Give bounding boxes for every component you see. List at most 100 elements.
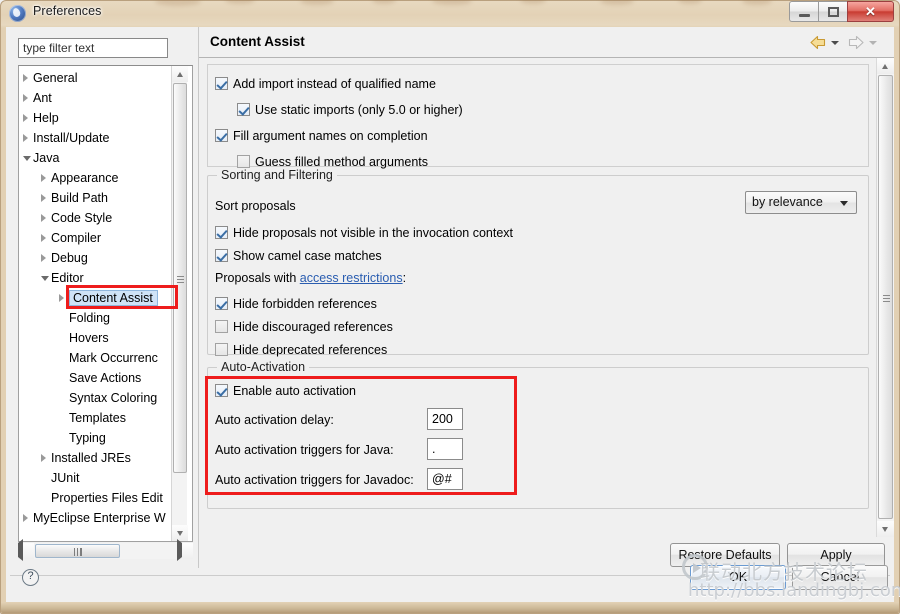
content-scroll-up-button[interactable] (877, 58, 894, 74)
enable-auto-activation-checkbox[interactable] (215, 384, 228, 397)
content-scroll-thumb[interactable] (878, 75, 893, 519)
preference-tree[interactable]: GeneralAntHelpInstall/UpdateJavaAppearan… (18, 65, 193, 542)
enable-auto-activation-row[interactable]: Enable auto activation (215, 383, 356, 399)
tree-item-folding[interactable]: Folding (19, 308, 179, 328)
back-dropdown-caret-icon[interactable] (831, 41, 839, 45)
tree-scroll-left-button[interactable] (18, 543, 34, 559)
tree-item-label: MyEclipse Enterprise W (33, 511, 166, 525)
tree-scroll-up-button[interactable] (172, 66, 188, 82)
option-show-camel-case-matches-checkbox[interactable] (215, 249, 228, 262)
tree-item-hovers[interactable]: Hovers (19, 328, 179, 348)
content-vertical-scrollbar[interactable] (876, 58, 894, 537)
ok-button[interactable]: OK (690, 565, 786, 590)
tree-expand-arrow-closed-icon[interactable] (41, 174, 46, 182)
tree-item-label: Debug (51, 251, 88, 265)
tree-item-install-update[interactable]: Install/Update (19, 128, 179, 148)
option-use-static-imports-only-5-0-or-higher-checkbox[interactable] (237, 103, 250, 116)
back-arrow-icon[interactable] (809, 35, 827, 50)
tree-expand-arrow-closed-icon[interactable] (23, 114, 28, 122)
minimize-button[interactable] (789, 1, 818, 22)
tree-item-syntax-coloring[interactable]: Syntax Coloring (19, 388, 179, 408)
tree-item-properties-files-edit[interactable]: Properties Files Edit (19, 488, 179, 508)
option-show-camel-case-matches-label: Show camel case matches (233, 249, 382, 263)
tree-expand-arrow-open-icon[interactable] (41, 276, 49, 281)
tree-item-help[interactable]: Help (19, 108, 179, 128)
option-hide-proposals-not-visible-in-the-invoca-row[interactable]: Hide proposals not visible in the invoca… (215, 225, 513, 241)
restore-defaults-button[interactable]: Restore Defaults (670, 543, 780, 567)
tree-item-mark-occurrenc[interactable]: Mark Occurrenc (19, 348, 179, 368)
sort-proposals-label: Sort proposals (215, 199, 296, 213)
tree-horizontal-scrollbar[interactable] (18, 543, 193, 559)
tree-expand-arrow-closed-icon[interactable] (41, 194, 46, 202)
option-hide-proposals-not-visible-in-the-invoca-checkbox[interactable] (215, 226, 228, 239)
auto-activation-delay-label: Auto activation delay: (215, 413, 334, 427)
sorting-filtering-title: Sorting and Filtering (217, 168, 337, 182)
option-hide-deprecated-references-checkbox[interactable] (215, 343, 228, 356)
option-hide-deprecated-references-row[interactable]: Hide deprecated references (215, 342, 387, 358)
tree-expand-arrow-closed-icon[interactable] (23, 514, 28, 522)
tree-expand-arrow-closed-icon[interactable] (59, 294, 64, 302)
tree-expand-arrow-closed-icon[interactable] (41, 214, 46, 222)
enable-auto-activation-label: Enable auto activation (233, 384, 356, 398)
tree-expand-arrow-closed-icon[interactable] (41, 234, 46, 242)
option-add-import-instead-of-qualified-name-checkbox[interactable] (215, 77, 228, 90)
title-bar[interactable]: Preferences ✕ (0, 0, 900, 27)
auto-activation-triggers-javadoc-input[interactable] (427, 468, 463, 490)
help-icon[interactable]: ? (22, 569, 39, 586)
tree-scroll-thumb[interactable] (173, 83, 187, 473)
tree-expand-arrow-closed-icon[interactable] (41, 254, 46, 262)
option-fill-argument-names-on-completion-row[interactable]: Fill argument names on completion (215, 128, 428, 144)
tree-scroll-right-button[interactable] (177, 543, 193, 559)
tree-item-general[interactable]: General (19, 68, 179, 88)
option-guess-filled-method-arguments-checkbox[interactable] (237, 155, 250, 168)
tree-item-myeclipse-enterprise-w[interactable]: MyEclipse Enterprise W (19, 508, 179, 528)
access-restrictions-link[interactable]: access restrictions (300, 271, 403, 285)
tree-item-editor[interactable]: Editor (19, 268, 179, 288)
tree-item-java[interactable]: Java (19, 148, 179, 168)
tree-expand-arrow-open-icon[interactable] (23, 156, 31, 161)
option-hide-discouraged-references-row[interactable]: Hide discouraged references (215, 319, 393, 335)
tree-expand-arrow-closed-icon[interactable] (23, 74, 28, 82)
tree-item-templates[interactable]: Templates (19, 408, 179, 428)
apply-button[interactable]: Apply (787, 543, 885, 567)
option-hide-forbidden-references-checkbox[interactable] (215, 297, 228, 310)
tree-item-installed-jres[interactable]: Installed JREs (19, 448, 179, 468)
tree-item-appearance[interactable]: Appearance (19, 168, 179, 188)
option-guess-filled-method-arguments-label: Guess filled method arguments (255, 155, 428, 169)
forward-dropdown-caret-icon (869, 41, 877, 45)
tree-expand-arrow-closed-icon[interactable] (41, 454, 46, 462)
tree-expand-arrow-closed-icon[interactable] (23, 134, 28, 142)
content-scroll-down-button[interactable] (877, 521, 894, 537)
sort-proposals-combo[interactable]: by relevance (745, 191, 857, 214)
auto-activation-delay-input[interactable] (427, 408, 463, 430)
page-button-bar: Restore Defaults Apply (198, 538, 894, 572)
tree-item-compiler[interactable]: Compiler (19, 228, 179, 248)
option-use-static-imports-only-5-0-or-higher-label: Use static imports (only 5.0 or higher) (255, 103, 463, 117)
tree-item-code-style[interactable]: Code Style (19, 208, 179, 228)
cancel-button[interactable]: Cancel (792, 565, 888, 590)
tree-item-ant[interactable]: Ant (19, 88, 179, 108)
tree-item-debug[interactable]: Debug (19, 248, 179, 268)
tree-item-save-actions[interactable]: Save Actions (19, 368, 179, 388)
tree-item-content-assist[interactable]: Content Assist (19, 288, 179, 308)
option-hide-discouraged-references-checkbox[interactable] (215, 320, 228, 333)
option-show-camel-case-matches-row[interactable]: Show camel case matches (215, 248, 382, 264)
content-scroll-inner: Add import instead of qualified name Use … (199, 58, 876, 537)
maximize-button[interactable] (818, 1, 847, 22)
tree-expand-arrow-closed-icon[interactable] (23, 94, 28, 102)
tree-hscroll-thumb[interactable] (35, 544, 120, 558)
tree-item-typing[interactable]: Typing (19, 428, 179, 448)
eclipse-globe-icon (9, 5, 26, 22)
content-pane: Content Assist (198, 27, 894, 568)
tree-item-build-path[interactable]: Build Path (19, 188, 179, 208)
option-use-static-imports-only-5-0-or-higher-row[interactable]: Use static imports (only 5.0 or higher) (237, 102, 463, 118)
tree-vertical-scrollbar[interactable] (171, 66, 187, 541)
option-fill-argument-names-on-completion-checkbox[interactable] (215, 129, 228, 142)
window-title: Preferences (33, 4, 102, 18)
auto-activation-triggers-java-input[interactable] (427, 438, 463, 460)
close-button[interactable]: ✕ (847, 1, 894, 22)
option-hide-forbidden-references-row[interactable]: Hide forbidden references (215, 296, 377, 312)
filter-input[interactable] (18, 38, 168, 58)
option-add-import-instead-of-qualified-name-row[interactable]: Add import instead of qualified name (215, 76, 436, 92)
tree-item-junit[interactable]: JUnit (19, 468, 179, 488)
